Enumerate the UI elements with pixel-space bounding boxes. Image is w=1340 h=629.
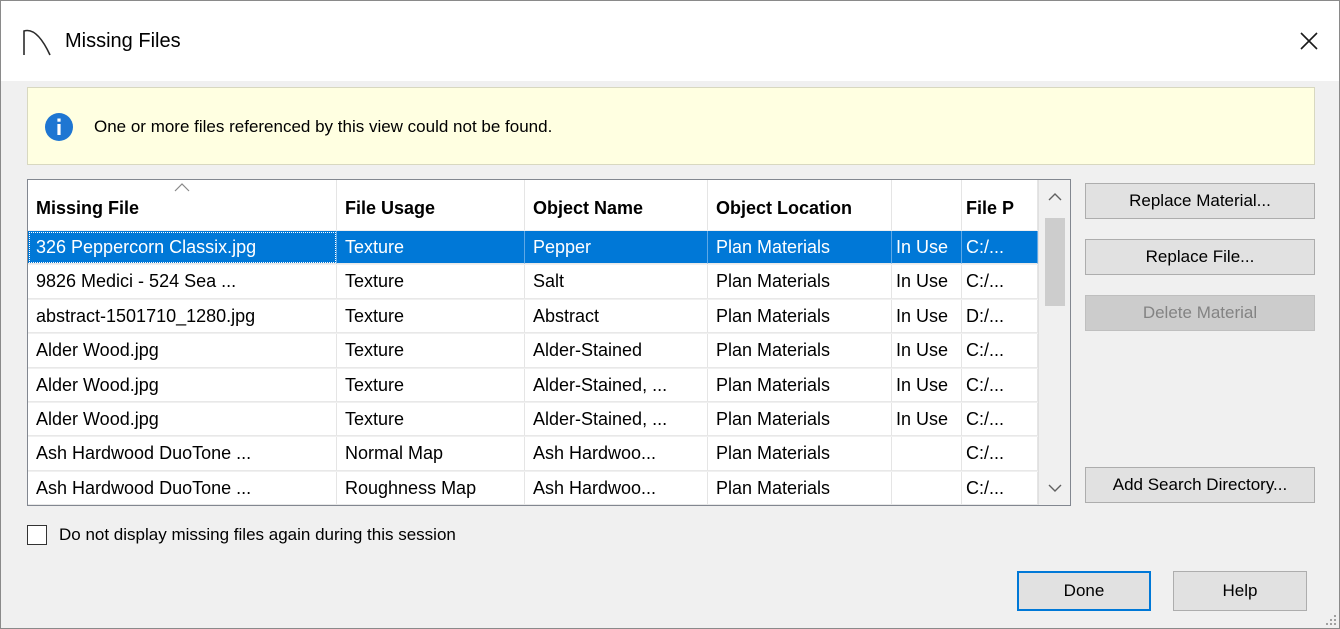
- table-row[interactable]: abstract-1501710_1280.jpg Texture Abstract…: [28, 298, 1038, 334]
- object-location-cell: Plan Materials: [708, 437, 892, 471]
- close-icon: [1300, 32, 1318, 50]
- resize-grip-icon[interactable]: [1323, 612, 1337, 626]
- delete-material-button[interactable]: Delete Material: [1085, 295, 1315, 331]
- table-row[interactable]: Alder Wood.jpg Texture Alder-Stained, ... P…: [28, 402, 1038, 437]
- column-header-missing-file[interactable]: Missing File: [28, 180, 337, 230]
- file-path-cell: C:/...: [962, 403, 1038, 437]
- file-path-cell: C:/...: [962, 437, 1038, 471]
- status-cell: [892, 437, 962, 471]
- file-usage-cell: Texture: [337, 265, 525, 299]
- replace-material-button[interactable]: Replace Material...: [1085, 183, 1315, 219]
- column-label: Missing File: [36, 198, 140, 218]
- status-cell: In Use: [892, 299, 962, 334]
- table-body: Missing File File Usage Object Name Obje…: [28, 180, 1038, 505]
- column-header-file-path[interactable]: File P: [962, 180, 1038, 230]
- column-header-file-usage[interactable]: File Usage: [337, 180, 525, 230]
- status-cell: In Use: [892, 403, 962, 437]
- column-label: Object Location: [716, 198, 853, 218]
- missing-file-cell: Alder Wood.jpg: [28, 368, 337, 402]
- vertical-scrollbar[interactable]: [1038, 180, 1070, 505]
- file-path-cell: C:/...: [962, 334, 1038, 368]
- object-name-cell: Salt: [525, 265, 708, 299]
- object-name-cell: Abstract: [525, 299, 708, 334]
- status-cell: In Use: [892, 368, 962, 402]
- column-header-object-location[interactable]: Object Location: [708, 180, 892, 230]
- dont-show-again-label[interactable]: Do not display missing files again durin…: [59, 524, 456, 546]
- scroll-up-button[interactable]: [1039, 180, 1070, 214]
- scroll-down-button[interactable]: [1039, 471, 1070, 505]
- missing-file-cell: 9826 Medici - 524 Sea ...: [28, 265, 337, 299]
- file-path-cell: D:/...: [962, 299, 1038, 334]
- object-location-cell: Plan Materials: [708, 334, 892, 368]
- missing-file-cell: Alder Wood.jpg: [28, 334, 337, 368]
- object-name-cell: Ash Hardwoo...: [525, 437, 708, 471]
- title-bar: Missing Files: [1, 1, 1339, 81]
- file-path-cell: C:/...: [962, 471, 1038, 505]
- table-row[interactable]: Alder Wood.jpg Texture Alder-Stained, ... P…: [28, 367, 1038, 402]
- column-label: File P: [966, 198, 1015, 218]
- chevron-up-icon: [1048, 193, 1062, 201]
- status-cell: [892, 471, 962, 505]
- add-search-directory-button[interactable]: Add Search Directory...: [1085, 467, 1315, 503]
- status-cell: In Use: [892, 334, 962, 368]
- file-usage-cell: Texture: [337, 299, 525, 334]
- missing-file-cell: Ash Hardwood DuoTone ...: [28, 471, 337, 505]
- table-row[interactable]: 9826 Medici - 524 Sea ... Texture Salt Plan…: [28, 264, 1038, 299]
- object-location-cell: Plan Materials: [708, 231, 892, 265]
- object-name-cell: Alder-Stained, ...: [525, 368, 708, 402]
- file-usage-cell: Normal Map: [337, 437, 525, 471]
- missing-file-cell: Alder Wood.jpg: [28, 403, 337, 437]
- table-row[interactable]: Ash Hardwood DuoTone ... Normal Map Ash Ha…: [28, 436, 1038, 471]
- file-path-cell: C:/...: [962, 231, 1038, 265]
- file-path-cell: C:/...: [962, 265, 1038, 299]
- info-icon: [45, 113, 73, 141]
- file-path-cell: C:/...: [962, 368, 1038, 402]
- object-location-cell: Plan Materials: [708, 368, 892, 402]
- object-location-cell: Plan Materials: [708, 471, 892, 505]
- column-header-status[interactable]: [892, 180, 962, 230]
- file-usage-cell: Roughness Map: [337, 471, 525, 505]
- table-header: Missing File File Usage Object Name Obje…: [28, 180, 1038, 230]
- sort-ascending-icon: [174, 183, 190, 192]
- dont-show-again-checkbox[interactable]: [27, 525, 47, 545]
- table-row[interactable]: 326 Peppercorn Classix.jpg Texture Pepper P…: [28, 230, 1038, 265]
- scrollbar-thumb[interactable]: [1045, 218, 1065, 306]
- file-usage-cell: Texture: [337, 403, 525, 437]
- table-row[interactable]: Alder Wood.jpg Texture Alder-Stained Plan M…: [28, 333, 1038, 368]
- status-cell: In Use: [892, 265, 962, 299]
- object-name-cell: Alder-Stained, ...: [525, 403, 708, 437]
- missing-files-dialog: Missing Files One or more files referenc…: [0, 0, 1340, 629]
- object-location-cell: Plan Materials: [708, 299, 892, 334]
- column-label: File Usage: [345, 198, 436, 218]
- file-usage-cell: Texture: [337, 231, 525, 265]
- info-banner: One or more files referenced by this vie…: [27, 87, 1315, 165]
- object-name-cell: Ash Hardwoo...: [525, 471, 708, 505]
- object-name-cell: Pepper: [525, 231, 708, 265]
- missing-files-table[interactable]: Missing File File Usage Object Name Obje…: [27, 179, 1071, 506]
- missing-file-cell: Ash Hardwood DuoTone ...: [28, 437, 337, 471]
- chevron-down-icon: [1048, 484, 1062, 492]
- table-row[interactable]: Ash Hardwood DuoTone ... Roughness Map Ash…: [28, 470, 1038, 505]
- app-arch-icon: [23, 29, 51, 56]
- object-location-cell: Plan Materials: [708, 403, 892, 437]
- done-button[interactable]: Done: [1017, 571, 1151, 611]
- object-location-cell: Plan Materials: [708, 265, 892, 299]
- file-usage-cell: Texture: [337, 368, 525, 402]
- dont-show-again-option: Do not display missing files again durin…: [27, 523, 456, 547]
- replace-file-button[interactable]: Replace File...: [1085, 239, 1315, 275]
- dialog-title: Missing Files: [65, 30, 181, 52]
- missing-file-cell: abstract-1501710_1280.jpg: [28, 299, 337, 334]
- status-cell: In Use: [892, 231, 962, 265]
- close-button[interactable]: [1287, 19, 1331, 63]
- help-button[interactable]: Help: [1173, 571, 1307, 611]
- column-header-object-name[interactable]: Object Name: [525, 180, 708, 230]
- missing-file-cell: 326 Peppercorn Classix.jpg: [28, 231, 337, 265]
- object-name-cell: Alder-Stained: [525, 334, 708, 368]
- info-message: One or more files referenced by this vie…: [94, 117, 553, 136]
- column-label: Object Name: [533, 198, 644, 218]
- file-usage-cell: Texture: [337, 334, 525, 368]
